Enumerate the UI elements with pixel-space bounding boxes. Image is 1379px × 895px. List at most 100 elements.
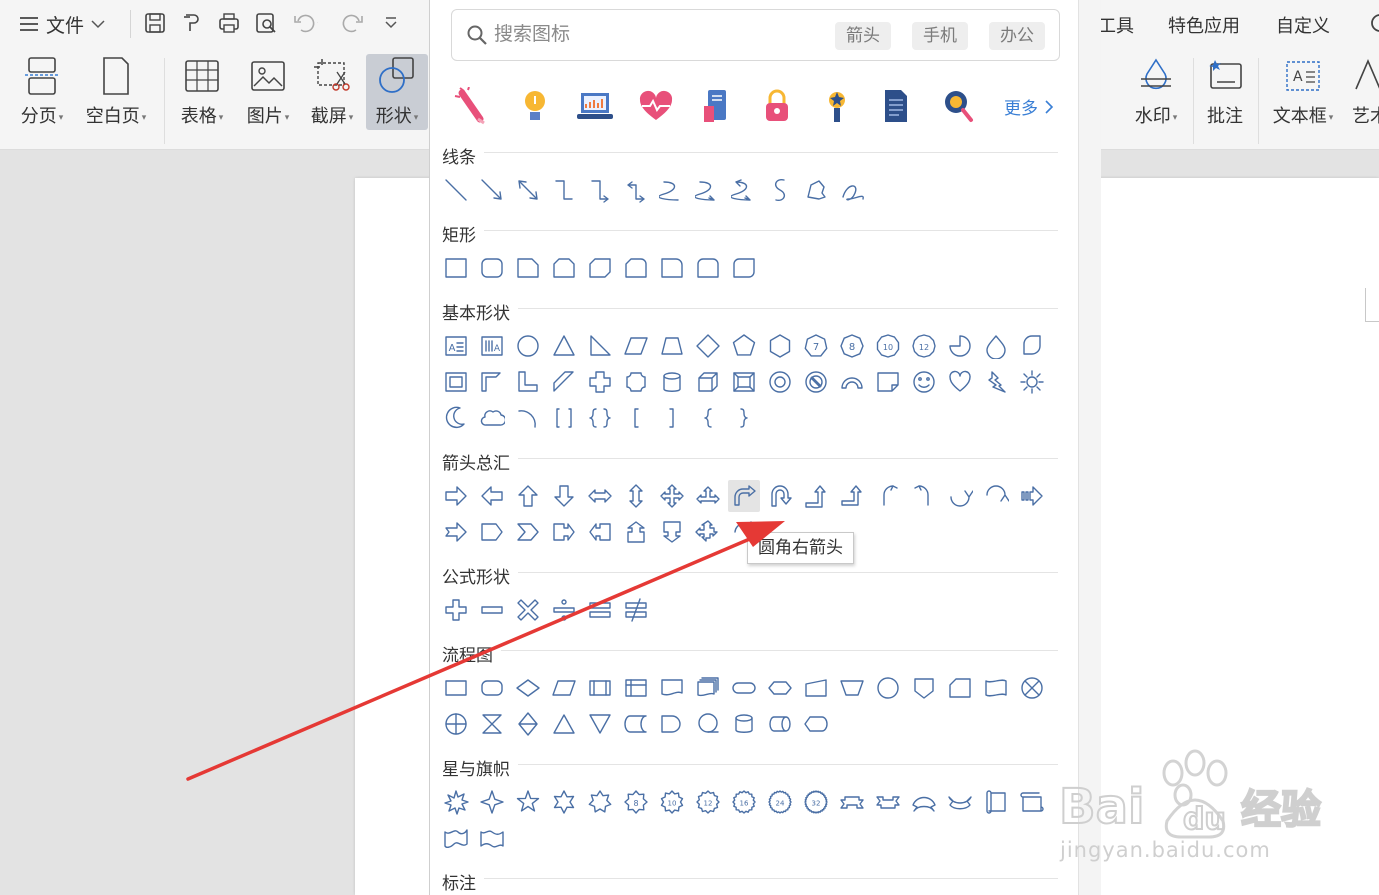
shape-ribbon-down-icon[interactable] [874,788,902,816]
shape-snipround-a-icon[interactable] [622,254,650,282]
shape-star7-icon[interactable] [586,788,614,816]
shape-curvearrow-icon[interactable] [694,176,722,204]
shape-f-seq-access-icon[interactable] [694,710,722,738]
shape-oct-icon[interactable]: 8 [838,332,866,360]
shape-divide-icon[interactable] [550,596,578,624]
shape-f-manual-icon[interactable] [802,674,830,702]
shape-snip2diag-icon[interactable] [586,254,614,282]
shape-arr-d-icon[interactable] [550,482,578,510]
shape-ribbon-up-icon[interactable] [838,788,866,816]
shape-callout-quad-icon[interactable] [694,518,722,546]
shape-arr-quad-icon[interactable] [658,482,686,510]
file-menu[interactable]: 文件 [18,10,106,38]
shape-lbracket-icon[interactable] [622,404,650,432]
shape-dblbracket-icon[interactable] [550,404,578,432]
shape-plaque-icon[interactable] [622,368,650,396]
shape-sun-icon[interactable] [1018,368,1046,396]
shape-bent-up-icon[interactable] [838,482,866,510]
search-icon[interactable] [1368,12,1379,41]
customize-quick-access-icon[interactable] [378,10,404,36]
shape-triangle-icon[interactable] [550,332,578,360]
picture-button[interactable]: 图片 [240,54,296,130]
shape-f-extract-icon[interactable] [550,710,578,738]
shape-dblarrow-icon[interactable] [514,176,542,204]
shape-frame-icon[interactable] [442,368,470,396]
shape-bent-r-icon[interactable] [728,480,760,512]
shape-explosion1-icon[interactable] [442,788,470,816]
screenshot-button[interactable]: 截屏 [304,54,360,130]
shape-cross-icon[interactable] [586,368,614,396]
shape-dblbrace-icon[interactable] [586,404,614,432]
shape-equal-icon[interactable] [586,596,614,624]
shape-callout-u-icon[interactable] [622,518,650,546]
shape-f-merge-icon[interactable] [586,710,614,738]
shape-halfframe-icon[interactable] [478,368,506,396]
tab-customize[interactable]: 自定义 [1276,12,1330,38]
shape-f-collate-icon[interactable] [478,710,506,738]
shape-arr-l-r-icon[interactable] [586,482,614,510]
shape-mult-icon[interactable] [514,596,542,624]
shape-f-mag-disk-icon[interactable] [730,710,758,738]
shape-dodec-icon[interactable]: 12 [910,332,938,360]
shape-curv-d-icon[interactable] [982,482,1010,510]
shape-teardrop-icon[interactable] [982,332,1010,360]
shape-nosymbol-icon[interactable] [802,368,830,396]
shape-roundrect-icon[interactable] [478,254,506,282]
shape-f-decision-icon[interactable] [514,674,542,702]
award-icon[interactable] [817,86,857,126]
shape-f-tape-icon[interactable] [982,674,1010,702]
shape-pie-icon[interactable] [946,332,974,360]
shape-dblwave-icon[interactable] [478,824,506,852]
shape-f-internal-icon[interactable] [622,674,650,702]
shape-leaf-icon[interactable] [1018,332,1046,360]
shape-star16-icon[interactable]: 16 [730,788,758,816]
shape-star5-icon[interactable] [514,788,542,816]
shape-star4-icon[interactable] [478,788,506,816]
shape-callout-l-icon[interactable] [586,518,614,546]
shape-elbowarrow-icon[interactable] [586,176,614,204]
shape-f-delay-icon[interactable] [658,710,686,738]
more-icons-link[interactable]: 更多 [1004,94,1054,119]
shape-star12-icon[interactable]: 12 [694,788,722,816]
padlock-icon[interactable] [757,86,797,126]
shape-curv-u-icon[interactable] [946,482,974,510]
shape-can-icon[interactable] [658,368,686,396]
shape-f-term-icon[interactable] [730,674,758,702]
shape-oval-icon[interactable] [514,332,542,360]
shape-striped-r-icon[interactable] [1018,482,1046,510]
shape-f-direct-icon[interactable] [766,710,794,738]
shape-callout-d-icon[interactable] [658,518,686,546]
watermark-button[interactable]: 水印 [1128,54,1184,130]
shape-f-alt-icon[interactable] [478,674,506,702]
table-button[interactable]: 表格 [174,54,230,130]
shape-round1-icon[interactable] [658,254,686,282]
shape-notequal-icon[interactable] [622,596,650,624]
shape-round2diag-icon[interactable] [730,254,758,282]
page-break-button[interactable]: 分页 [14,54,70,130]
shape-arr-u-icon[interactable] [514,482,542,510]
shape-minus-icon[interactable] [478,596,506,624]
shape-plus-icon[interactable] [442,596,470,624]
shape-line-icon[interactable] [442,176,470,204]
shape-diamond-icon[interactable] [694,332,722,360]
search-chip-office[interactable]: 办公 [989,22,1045,50]
shape-wave-icon[interactable] [442,824,470,852]
shape-snip2same-icon[interactable] [550,254,578,282]
shape-moon-icon[interactable] [442,404,470,432]
icon-search-input[interactable] [494,21,824,49]
shape-freeform-icon[interactable] [802,176,830,204]
shape-donut-icon[interactable] [766,368,794,396]
shape-arr-l-icon[interactable] [478,482,506,510]
shape-f-sort-icon[interactable] [514,710,542,738]
redo-icon[interactable] [340,10,366,36]
shape-curv-ribbon-down-icon[interactable] [946,788,974,816]
shape-heart-icon[interactable] [946,368,974,396]
shape-f-multi-doc-icon[interactable] [694,674,722,702]
word-art-button[interactable]: 艺术字 [1352,54,1379,130]
shape-parallelogram-icon[interactable] [622,332,650,360]
firework-rocket-icon[interactable] [452,86,492,126]
shape-rtriangle-icon[interactable] [586,332,614,360]
shape-star24-icon[interactable]: 24 [766,788,794,816]
shape-f-process-icon[interactable] [442,674,470,702]
shape-button[interactable]: 形状 [366,54,428,130]
